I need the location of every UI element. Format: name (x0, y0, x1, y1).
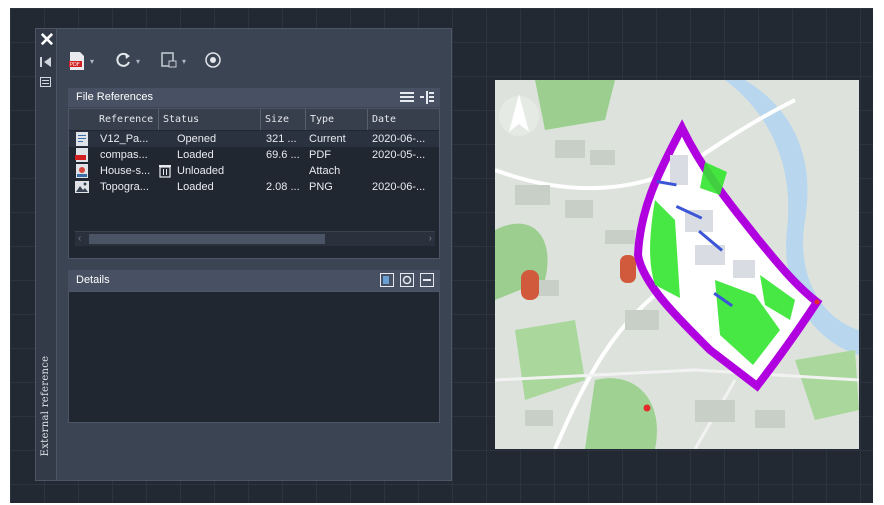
external-reference-palette: ✕ External reference PDF ▾ ▾ ▾ File Refe… (35, 28, 452, 481)
pdf-icon (75, 148, 89, 162)
scroll-left-arrow-icon[interactable]: ‹ (78, 232, 81, 246)
type-cell: PNG (309, 181, 333, 193)
size-cell: 321 ... (266, 133, 297, 145)
details-title: Details (76, 274, 110, 286)
properties-icon[interactable] (40, 77, 51, 87)
table-row[interactable]: V12_Pa... Opened 321 ... Current 2020-06… (69, 131, 439, 147)
dwg-icon (75, 132, 89, 146)
reference-cell: Topogra... (100, 181, 149, 193)
table-row[interactable]: compas... Loaded 69.6 ... PDF 2020-05-..… (69, 147, 439, 163)
attach-pdf-icon[interactable]: PDF (68, 51, 84, 70)
auto-hide-icon[interactable] (40, 57, 52, 67)
topographic-map-image[interactable] (495, 80, 859, 449)
column-header-reference[interactable]: Reference (95, 109, 159, 130)
date-cell: 2020-06-... (372, 133, 426, 145)
details-header[interactable]: Details (68, 270, 440, 291)
date-cell (372, 163, 438, 179)
path-dropdown-chevron-icon[interactable]: ▾ (182, 57, 186, 66)
details-panel (68, 291, 440, 423)
column-header-status[interactable]: Status (159, 109, 261, 130)
image-icon (75, 180, 89, 194)
refresh-icon[interactable] (114, 51, 130, 67)
status-cell: Loaded (177, 149, 214, 161)
scrollbar-thumb[interactable] (89, 234, 325, 244)
scroll-right-arrow-icon[interactable]: › (429, 232, 432, 246)
size-cell: 2.08 ... (266, 181, 300, 193)
preview-toggle-icon[interactable] (399, 273, 414, 287)
close-icon[interactable]: ✕ (39, 31, 55, 50)
table-row[interactable]: House-s... Unloaded Attach (69, 163, 439, 179)
status-cell: Unloaded (177, 165, 225, 177)
file-references-table: Reference Status Size Type Date V12_Pa..… (68, 108, 440, 259)
change-path-icon[interactable] (160, 51, 177, 68)
reference-cell: compas... (100, 149, 148, 161)
help-icon[interactable] (204, 51, 221, 68)
column-header-date[interactable]: Date (368, 109, 439, 130)
tree-view-icon[interactable] (420, 91, 434, 104)
type-cell: PDF (309, 149, 331, 161)
details-view-icon[interactable] (379, 273, 394, 287)
table-header-row: Reference Status Size Type Date (69, 109, 439, 130)
unloaded-icon (159, 164, 171, 178)
size-cell (266, 163, 304, 179)
collapse-icon[interactable] (420, 273, 434, 287)
reference-cell: House-s... (100, 165, 151, 177)
size-cell: 69.6 ... (266, 149, 300, 161)
file-references-header[interactable]: File References (68, 88, 440, 107)
file-references-title: File References (76, 91, 154, 103)
palette-title: External reference (40, 355, 51, 457)
date-cell: 2020-06-... (372, 181, 426, 193)
table-row[interactable]: Topogra... Loaded 2.08 ... PNG 2020-06-.… (69, 179, 439, 195)
svg-text:PDF: PDF (70, 62, 80, 68)
date-cell: 2020-05-... (372, 149, 426, 161)
status-cell: Opened (177, 133, 217, 145)
attach-dropdown-chevron-icon[interactable]: ▾ (90, 57, 94, 66)
column-header-type[interactable]: Type (306, 109, 368, 130)
dwg-icon (75, 164, 89, 178)
column-header-size[interactable]: Size (261, 109, 306, 130)
horizontal-scrollbar[interactable]: ‹ › (75, 231, 435, 246)
palette-side-strip: ✕ External reference (36, 29, 57, 480)
reference-cell: V12_Pa... (100, 133, 149, 145)
status-cell: Loaded (177, 181, 214, 193)
list-view-icon[interactable] (399, 91, 414, 104)
xref-toolbar: PDF ▾ ▾ ▾ (68, 49, 288, 73)
type-cell: Current (309, 133, 346, 145)
type-cell: Attach (309, 165, 341, 177)
refresh-dropdown-chevron-icon[interactable]: ▾ (136, 57, 140, 66)
